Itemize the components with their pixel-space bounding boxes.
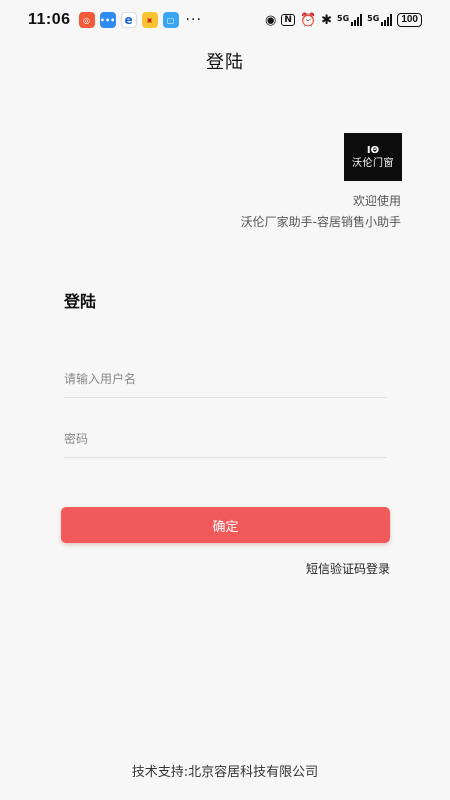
bluetooth-icon: ✱: [321, 12, 333, 28]
status-time: 11:06: [28, 11, 71, 28]
alarm-icon: ⏰: [299, 12, 317, 28]
footer-support-text: 技术支持:北京容居科技有限公司: [131, 765, 319, 780]
logo-mark: IΘ: [366, 144, 380, 156]
app-icon-3: e: [120, 12, 137, 28]
brand-logo: IΘ 沃伦门窗: [344, 133, 402, 181]
logo-text: 沃伦门窗: [352, 157, 394, 169]
nfc-icon: N: [281, 14, 295, 26]
more-notifications-icon: ···: [185, 12, 202, 28]
app-subtitle: 沃伦厂家助手-容居销售小助手: [240, 215, 401, 229]
confirm-button[interactable]: 确定: [61, 507, 390, 543]
username-input[interactable]: [64, 360, 387, 397]
password-input[interactable]: [64, 420, 387, 457]
app-icon-4: ▣: [141, 12, 158, 28]
app-icon-2: •••: [99, 12, 116, 28]
sms-login-link[interactable]: 短信验证码登录: [306, 560, 390, 577]
status-indicators: ◉ N ⏰ ✱ 5G 5G 100: [265, 13, 422, 28]
password-field: [64, 420, 387, 458]
welcome-text: 欢迎使用: [352, 194, 401, 208]
status-bar: 11:06 ◎ ••• e ▣ ▢ ··· ◉ N ⏰ ✱ 5G 5G 100: [0, 0, 450, 40]
eye-icon: ◉: [265, 12, 277, 28]
login-heading: 登陆: [64, 292, 97, 311]
app-icon-1: ◎: [78, 12, 95, 28]
signal-icon-2: 5G: [367, 14, 393, 26]
app-icon-5: ▢: [162, 12, 179, 28]
page-title: 登陆: [206, 52, 244, 73]
username-field: [64, 360, 387, 398]
signal-icon-1: 5G: [337, 14, 363, 26]
battery-icon: 100: [397, 13, 422, 27]
